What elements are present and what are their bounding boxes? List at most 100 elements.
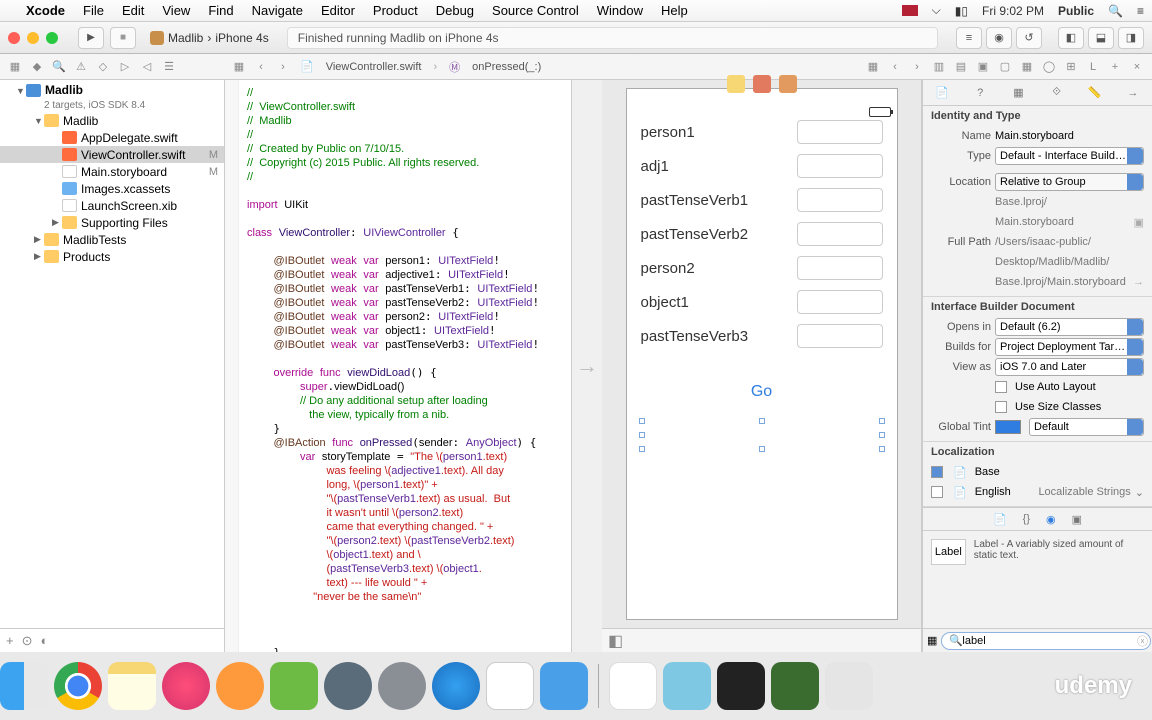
identity-inspector-tab[interactable]: ▦ <box>1009 86 1027 99</box>
nav-breakpoint-icon[interactable]: ◁ <box>138 60 156 73</box>
clock[interactable]: Fri 9:02 PM <box>982 4 1044 18</box>
nav-report-icon[interactable]: ☰ <box>160 60 178 73</box>
standard-editor-button[interactable]: ≡ <box>956 27 982 49</box>
dock-notes[interactable] <box>108 662 156 710</box>
dock-terminal[interactable] <box>717 662 765 710</box>
filter-icon[interactable]: ⊙ <box>22 633 33 649</box>
media-library-tab[interactable]: ▣ <box>1072 513 1082 526</box>
assistant-forward-button[interactable]: › <box>908 61 926 73</box>
tint-swatch[interactable] <box>995 420 1021 434</box>
zoom-window-button[interactable] <box>46 32 58 44</box>
version-editor-button[interactable]: ↺ <box>1016 27 1042 49</box>
code-snippet-tab[interactable]: {} <box>1023 513 1030 525</box>
english-checkbox[interactable] <box>931 486 943 498</box>
dock-xcode[interactable] <box>540 662 588 710</box>
project-row[interactable]: ▼ Madlib <box>0 82 224 99</box>
jb-icon-3[interactable]: ▣ <box>974 60 992 73</box>
add-button[interactable]: + <box>6 633 14 648</box>
menu-view[interactable]: View <box>162 3 190 18</box>
file-viewcontroller[interactable]: ViewController.swiftM <box>0 146 224 163</box>
jb-icon-1[interactable]: ▥ <box>930 60 948 73</box>
dock-app-green[interactable] <box>270 662 318 710</box>
file-appdelegate[interactable]: AppDelegate.swift <box>0 129 224 146</box>
library-item-label[interactable]: Label Label - A variably sized amount of… <box>923 531 1152 573</box>
stop-button[interactable] <box>110 27 136 49</box>
related-icon[interactable]: ▦ <box>230 60 248 73</box>
notification-center-icon[interactable]: ≡ <box>1137 4 1144 18</box>
folder-icon[interactable]: ▣ <box>1134 216 1144 229</box>
scheme-selector[interactable]: Madlib › iPhone 4s <box>150 31 269 45</box>
dock-doc[interactable] <box>609 662 657 710</box>
ib-tab-1[interactable] <box>727 75 745 93</box>
code-area[interactable]: // // ViewController.swift // Madlib // … <box>239 80 571 652</box>
object-library-tab[interactable]: ◉ <box>1046 513 1056 526</box>
menu-file[interactable]: File <box>83 3 104 18</box>
dock-textedit[interactable] <box>486 662 534 710</box>
textfield-ptv1[interactable] <box>797 188 883 212</box>
location-dropdown[interactable]: Relative to Group <box>995 173 1144 191</box>
type-dropdown[interactable]: Default - Interface Build… <box>995 147 1144 165</box>
textfield-adj1[interactable] <box>797 154 883 178</box>
group-app[interactable]: ▼Madlib <box>0 112 224 129</box>
quick-help-tab[interactable]: ? <box>971 87 989 99</box>
interface-builder-canvas[interactable]: person1 adj1 pastTenseVerb1 pastTenseVer… <box>602 80 922 652</box>
jb-icon-5[interactable]: ▦ <box>1018 60 1036 73</box>
nav-debug-icon[interactable]: ▷ <box>116 60 134 73</box>
menu-help[interactable]: Help <box>661 3 688 18</box>
jb-icon-4[interactable]: ▢ <box>996 60 1014 73</box>
jump-path-symbol[interactable]: onPressed(_:) <box>468 61 545 73</box>
file-mainstoryboard[interactable]: Main.storyboardM <box>0 163 224 180</box>
nav-project-icon[interactable]: ▦ <box>6 60 24 73</box>
close-window-button[interactable] <box>8 32 20 44</box>
auto-layout-checkbox[interactable] <box>995 381 1007 393</box>
battery-icon[interactable]: ▮▯ <box>955 4 968 18</box>
reveal-icon[interactable]: → <box>1133 276 1144 288</box>
assistant-editor-button[interactable]: ◉ <box>986 27 1012 49</box>
outline-toggle-icon[interactable]: ◧ <box>608 631 623 651</box>
toggle-inspector-button[interactable]: ◨ <box>1118 27 1144 49</box>
base-checkbox[interactable] <box>931 466 943 478</box>
form-row-person2[interactable]: person2 <box>627 251 897 285</box>
menu-navigate[interactable]: Navigate <box>252 3 303 18</box>
nav-search-icon[interactable]: 🔍 <box>50 60 68 73</box>
nav-symbol-icon[interactable]: ◆ <box>28 60 46 73</box>
menu-edit[interactable]: Edit <box>122 3 144 18</box>
size-classes-checkbox[interactable] <box>995 401 1007 413</box>
dock-settings[interactable] <box>378 662 426 710</box>
form-row-adj1[interactable]: adj1 <box>627 149 897 183</box>
dock-trash[interactable] <box>825 662 873 710</box>
group-supporting[interactable]: ▶Supporting Files <box>0 214 224 231</box>
jb-icon-8[interactable]: L <box>1084 61 1102 73</box>
menu-source-control[interactable]: Source Control <box>492 3 579 18</box>
file-inspector-tab[interactable]: 📄 <box>933 86 951 99</box>
menu-app[interactable]: Xcode <box>26 3 65 18</box>
connections-inspector-tab[interactable]: → <box>1124 87 1142 99</box>
view-as-dropdown[interactable]: iOS 7.0 and Later <box>995 358 1144 376</box>
attributes-inspector-tab[interactable]: ⟐ <box>1048 86 1066 99</box>
jb-icon-6[interactable]: ◯ <box>1040 60 1058 73</box>
group-tests[interactable]: ▶MadlibTests <box>0 231 224 248</box>
jb-icon-2[interactable]: ▤ <box>952 60 970 73</box>
source-editor[interactable]: // // ViewController.swift // Madlib // … <box>225 80 572 652</box>
size-inspector-tab[interactable]: 📏 <box>1086 86 1104 99</box>
dock-itunes[interactable] <box>162 662 210 710</box>
selected-label[interactable] <box>642 421 882 449</box>
spotlight-icon[interactable]: 🔍 <box>1108 4 1123 18</box>
assistant-back-button[interactable]: ‹ <box>886 61 904 73</box>
nav-issue-icon[interactable]: ⚠ <box>72 60 90 73</box>
dock-app-dark[interactable] <box>771 662 819 710</box>
library-search-input[interactable] <box>941 632 1151 650</box>
jump-path-icon[interactable]: 📄 <box>296 60 318 73</box>
textfield-ptv3[interactable] <box>797 324 883 348</box>
form-row-object1[interactable]: object1 <box>627 285 897 319</box>
jb-icon-7[interactable]: ⊞ <box>1062 60 1080 73</box>
textfield-person1[interactable] <box>797 120 883 144</box>
textfield-ptv2[interactable] <box>797 222 883 246</box>
nav-test-icon[interactable]: ◇ <box>94 60 112 73</box>
add-assistant-button[interactable]: + <box>1106 61 1124 73</box>
flag-icon[interactable] <box>902 5 918 16</box>
user-menu[interactable]: Public <box>1058 4 1094 18</box>
dock-finder[interactable] <box>0 662 48 710</box>
file-template-tab[interactable]: 📄 <box>993 513 1007 526</box>
clear-search-button[interactable]: ⓧ <box>1137 633 1148 649</box>
